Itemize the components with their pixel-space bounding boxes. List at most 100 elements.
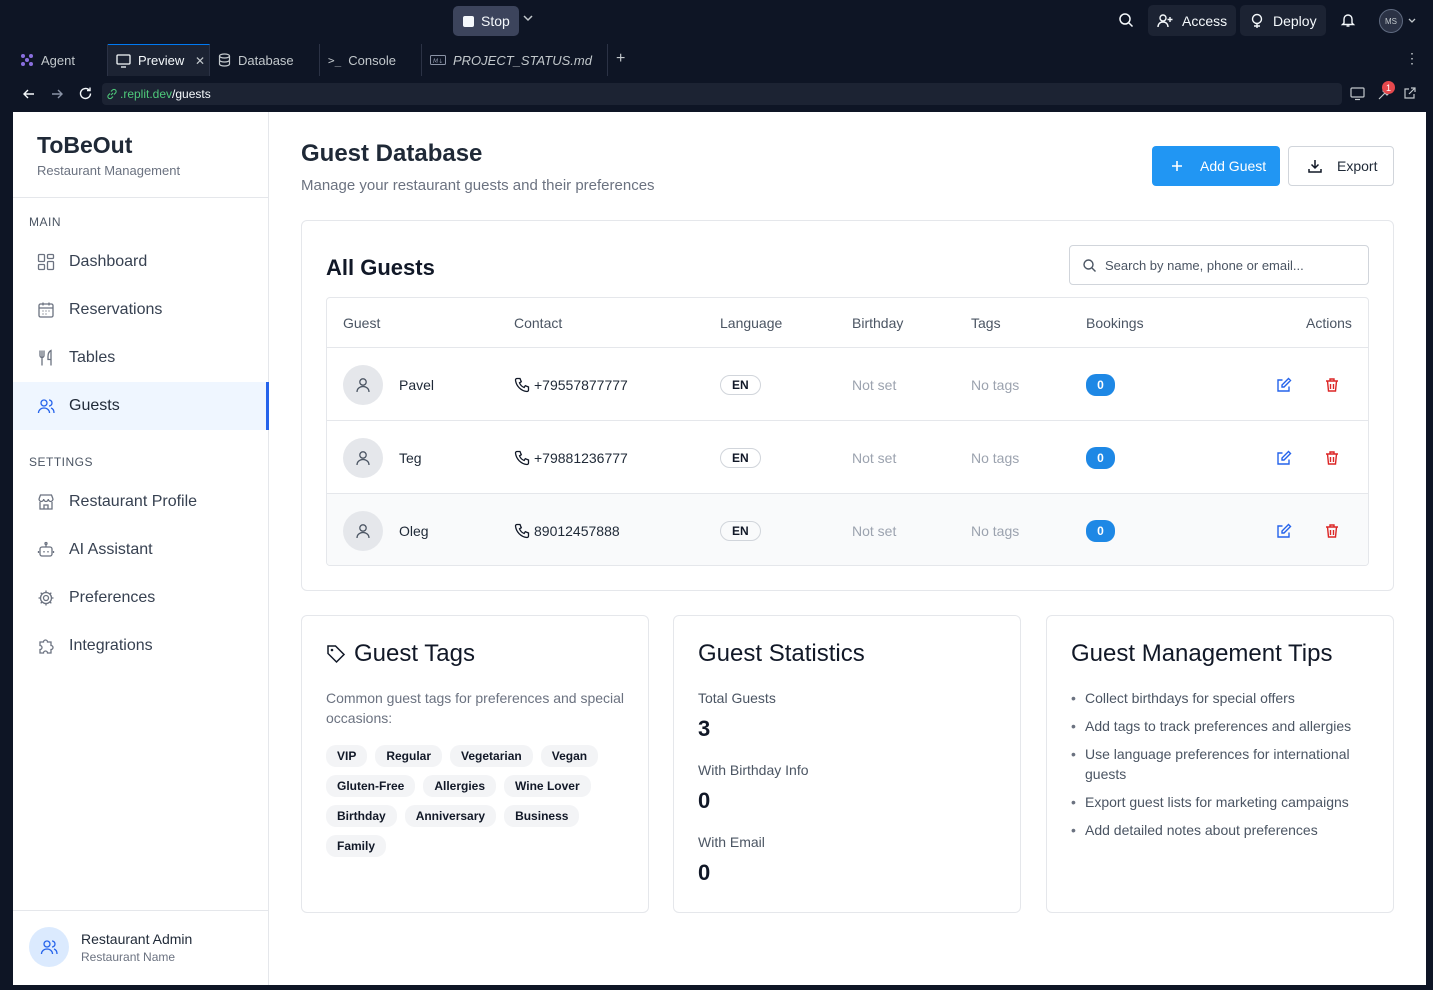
stat-label: With Birthday Info [698, 762, 809, 778]
language-cell: EN [720, 421, 761, 494]
sidebar-item-label: Restaurant Profile [69, 493, 198, 510]
guest-cell: Pavel [343, 348, 434, 421]
delete-button[interactable] [1324, 421, 1340, 494]
stop-button[interactable]: Stop [453, 6, 519, 36]
all-guests-title: All Guests [326, 255, 435, 280]
back-icon[interactable] [22, 87, 36, 101]
reload-icon[interactable] [78, 86, 93, 101]
export-label: Export [1337, 158, 1378, 174]
birthday-cell: Not set [852, 522, 897, 539]
tab-database[interactable]: Database [210, 44, 320, 76]
divider [13, 910, 269, 911]
birthday-cell: Not set [852, 449, 897, 466]
stat-value: 0 [698, 788, 711, 813]
calendar-icon [38, 302, 54, 318]
edit-button[interactable] [1276, 494, 1292, 565]
user-avatar[interactable]: MS [1379, 9, 1403, 33]
deploy-label: Deploy [1273, 12, 1317, 29]
brand: ToBeOut Restaurant Management [37, 132, 180, 178]
url-field[interactable]: .replit.dev/guests [102, 83, 1342, 105]
avatar [29, 927, 69, 967]
tab-label: Database [238, 52, 294, 68]
list-item: Use language preferences for internation… [1071, 744, 1371, 784]
guest-tags-title-row: Guest Tags [326, 640, 475, 668]
tag-chip: Wine Lover [504, 775, 591, 797]
tag-chip: Vegetarian [450, 745, 533, 767]
sidebar-item-reservations[interactable]: Reservations [13, 286, 269, 334]
more-options-icon[interactable]: ⋮ [1405, 50, 1419, 67]
sidebar-item-ai-assistant[interactable]: AI Assistant [13, 526, 269, 574]
user-name: Restaurant Admin [81, 930, 193, 947]
notification-badge: 1 [1382, 81, 1395, 94]
guest-statistics-card: Guest Statistics Total Guests 3 With Bir… [673, 615, 1021, 913]
sidebar-item-integrations[interactable]: Integrations [13, 622, 269, 670]
store-icon [38, 494, 54, 510]
search-icon[interactable] [1118, 12, 1134, 28]
add-guest-button[interactable]: Add Guest [1152, 146, 1280, 186]
guest-tags-title: Guest Tags [354, 640, 475, 667]
bell-icon[interactable] [1340, 12, 1356, 28]
sidebar-item-guests[interactable]: Guests [13, 382, 269, 430]
bookings-badge: 0 [1086, 519, 1115, 542]
add-tab-icon[interactable]: + [616, 50, 625, 68]
tags-cell: No tags [971, 376, 1020, 393]
tags-cell: No tags [971, 522, 1020, 539]
access-button[interactable]: Access [1148, 5, 1237, 36]
tag-chip: Gluten-Free [326, 775, 416, 797]
phone-icon [514, 523, 530, 538]
deploy-icon [1251, 13, 1263, 28]
guest-cell: Oleg [343, 494, 429, 565]
tab-console[interactable]: >_ Console [320, 44, 422, 76]
stat-value: 3 [698, 716, 711, 741]
edit-button[interactable] [1276, 421, 1292, 494]
close-icon[interactable]: ✕ [195, 54, 205, 68]
sidebar-item-preferences[interactable]: Preferences [13, 574, 269, 622]
external-link-icon[interactable] [1403, 86, 1417, 100]
table-row[interactable]: Pavel +79557877777 EN Not set No tags 0 [327, 347, 1368, 421]
sidebar-item-tables[interactable]: Tables [13, 334, 269, 382]
table-row[interactable]: Teg +79881236777 EN Not set No tags 0 [327, 420, 1368, 494]
sidebar-item-restaurant-profile[interactable]: Restaurant Profile [13, 478, 269, 526]
table-row[interactable]: Oleg 89012457888 EN Not set No tags 0 [327, 493, 1368, 565]
guest-name: Pavel [399, 376, 435, 393]
page-subtitle: Manage your restaurant guests and their … [301, 177, 655, 194]
tag-chip: Business [504, 805, 580, 827]
guest-cell: Teg [343, 421, 422, 494]
delete-button[interactable] [1324, 494, 1340, 565]
sidebar-item-dashboard[interactable]: Dashboard [13, 238, 269, 286]
tab-preview[interactable]: Preview ✕ [108, 44, 210, 76]
guest-name: Teg [399, 449, 422, 466]
delete-button[interactable] [1324, 348, 1340, 421]
download-icon [1308, 160, 1322, 173]
users-icon [37, 399, 55, 414]
phone-icon [514, 450, 530, 465]
deploy-button[interactable]: Deploy [1240, 5, 1326, 36]
language-cell: EN [720, 348, 761, 421]
tab-project-status[interactable]: M↓ PROJECT_STATUS.md [422, 44, 608, 76]
forward-icon[interactable] [50, 87, 64, 101]
phone-icon [514, 377, 530, 392]
column-header: Actions [1306, 314, 1352, 331]
language-badge: EN [720, 447, 761, 468]
tips-list: Collect birthdays for special offers Add… [1071, 688, 1371, 848]
tag-chip: Regular [375, 745, 443, 767]
guests-table: Guest Contact Language Birthday Tags Boo… [326, 297, 1369, 566]
contact-cell: +79557877777 [514, 348, 628, 421]
chevron-down-icon[interactable] [1407, 16, 1417, 26]
stat-label: Total Guests [698, 690, 776, 706]
edit-button[interactable] [1276, 348, 1292, 421]
user-profile[interactable]: Restaurant Admin Restaurant Name [29, 927, 192, 967]
guest-tags-card: Guest Tags Common guest tags for prefere… [301, 615, 649, 913]
avatar [343, 364, 383, 405]
tab-agent[interactable]: Agent [12, 44, 108, 76]
devices-icon[interactable] [1350, 86, 1365, 101]
search-input[interactable]: Search by name, phone or email... [1069, 245, 1369, 285]
export-button[interactable]: Export [1288, 146, 1394, 186]
language-cell: EN [720, 494, 761, 565]
tag-chip: Family [326, 835, 387, 857]
guest-statistics-title: Guest Statistics [698, 640, 865, 667]
chevron-down-icon[interactable] [522, 12, 534, 24]
bookings-badge: 0 [1086, 373, 1115, 396]
ide-topbar: Stop Access Deploy MS [0, 0, 1433, 44]
guest-phone: +79881236777 [534, 449, 628, 466]
